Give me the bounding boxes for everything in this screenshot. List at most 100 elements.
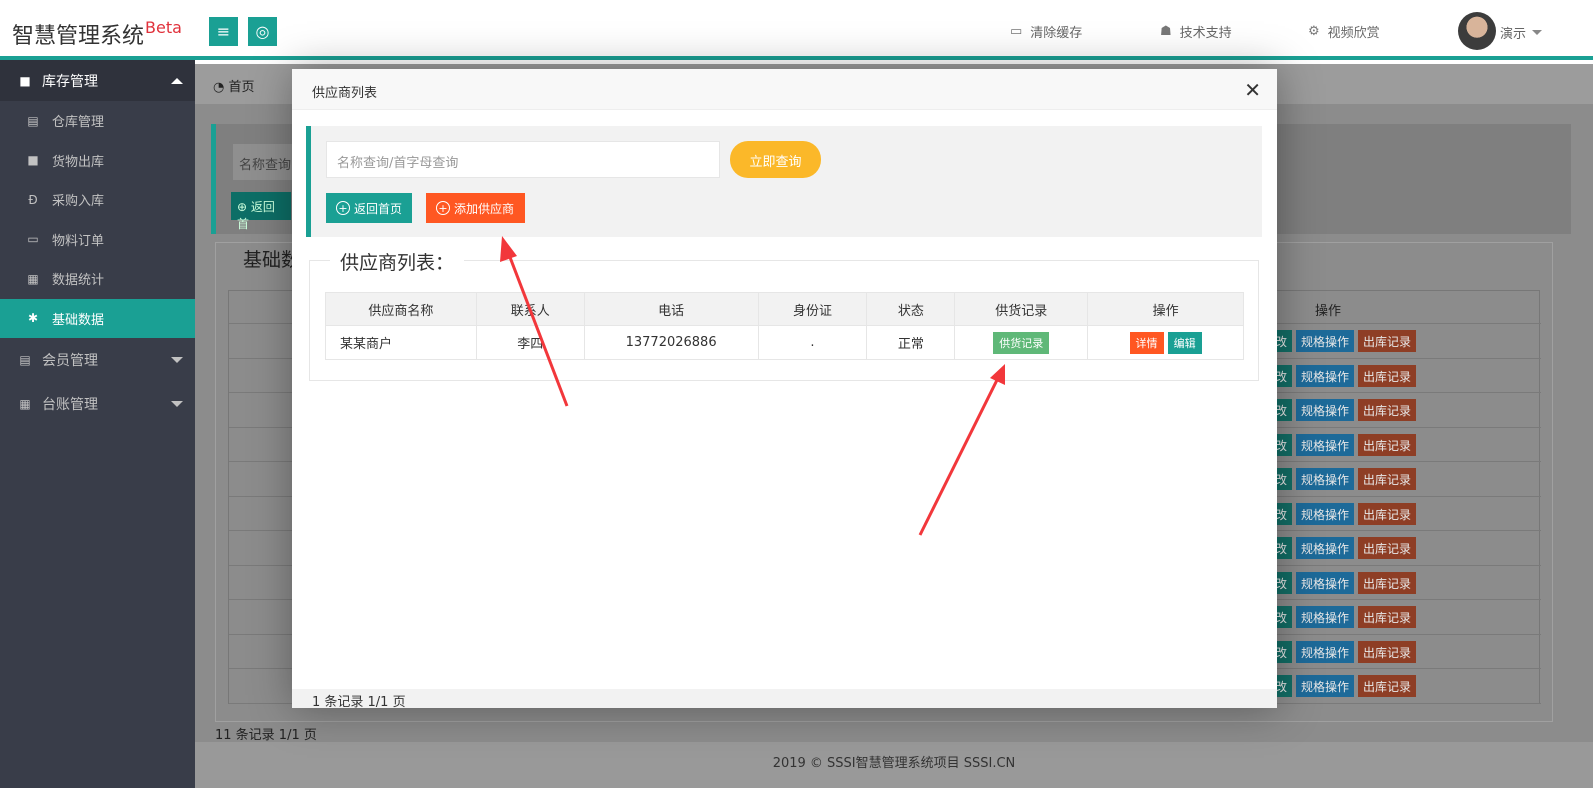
cell-status: 正常: [866, 325, 956, 360]
bg-row-actions: 改规格操作 出库记录: [1270, 502, 1417, 525]
fieldset-legend: 供应商列表：: [330, 248, 465, 275]
video-link[interactable]: ⚙ 视频欣赏: [1308, 22, 1380, 41]
sidebar-item-basic-data[interactable]: ✱ 基础数据: [0, 298, 195, 338]
bg-row-actions: 改规格操作 出库记录: [1270, 399, 1417, 421]
modal-header: 供应商列表 ✕: [292, 69, 1277, 110]
bg-outbound-record-button: 出库记录: [1358, 330, 1417, 352]
grid-icon: ▦: [27, 271, 39, 286]
bg-row-actions: 改规格操作 出库记录: [1270, 330, 1417, 352]
modal-title: 供应商列表: [312, 86, 378, 101]
bg-spec-button: 规格操作: [1296, 364, 1355, 387]
edit-button[interactable]: 编辑: [1167, 331, 1202, 354]
col-supplier-name: 供应商名称: [325, 292, 477, 326]
bg-outbound-record-button: 出库记录: [1358, 640, 1417, 663]
page-footer: 2019 © SSSI智慧管理系统项目 SSSI.CN: [195, 742, 1593, 788]
cell-actions: 详情 编辑: [1087, 325, 1244, 360]
monitor-icon: ▭: [1010, 24, 1023, 39]
gear-icon: ✱: [27, 311, 39, 326]
bg-records-count: 11 条记录 1/1 页: [215, 728, 317, 743]
chevron-down-icon: [171, 357, 183, 369]
avatar[interactable]: [1458, 12, 1496, 50]
sidebar-item-outbound[interactable]: ■ 货物出库: [0, 141, 195, 181]
bg-outbound-record-button: 出库记录: [1358, 675, 1417, 697]
search-button[interactable]: 立即查询: [730, 141, 821, 178]
close-icon[interactable]: ✕: [1244, 78, 1261, 102]
bg-row-actions: 改规格操作 出库记录: [1270, 364, 1417, 387]
add-supplier-button[interactable]: + 添加供应商: [426, 193, 525, 223]
bg-row-actions: 改规格操作 出库记录: [1270, 433, 1417, 456]
clear-cache-link[interactable]: ▭ 清除缓存: [1010, 22, 1082, 41]
doc-icon: ▤: [27, 113, 39, 128]
tab-home[interactable]: ◔ 首页: [213, 76, 255, 95]
cell-supplier-name: 某某商户: [325, 325, 477, 360]
col-contact: 联系人: [475, 292, 585, 326]
bg-outbound-record-button: 出库记录: [1358, 502, 1417, 525]
cell-phone: 13772026886: [583, 325, 759, 360]
modal-records-count: 1 条记录 1/1 页: [292, 689, 1277, 710]
sidebar-item-purchase[interactable]: Đ 采购入库: [0, 180, 195, 220]
globe-icon: ◎: [255, 22, 270, 41]
plus-circle-icon: +: [336, 201, 350, 215]
bg-spec-button: 规格操作: [1296, 640, 1355, 663]
bg-spec-button: 规格操作: [1296, 502, 1355, 525]
bg-outbound-record-button: 出库记录: [1358, 537, 1417, 559]
sidebar-group-members[interactable]: ▤ 会员管理: [0, 338, 195, 382]
chat-icon: ▭: [27, 232, 39, 247]
bg-outbound-record-button: 出库记录: [1358, 606, 1417, 628]
folder-icon: ■: [19, 73, 31, 88]
detail-button[interactable]: 详情: [1129, 331, 1164, 354]
bg-spec-button: 规格操作: [1296, 468, 1355, 490]
col-supply-record: 供货记录: [954, 292, 1089, 326]
bg-spec-button: 规格操作: [1296, 399, 1355, 421]
cell-id-card: .: [757, 325, 868, 360]
search-input[interactable]: 名称查询/首字母查询: [326, 141, 720, 178]
folder-icon: ■: [27, 153, 39, 168]
sidebar-item-orders[interactable]: ▭ 物料订单: [0, 220, 195, 260]
bg-outbound-record-button: 出库记录: [1358, 433, 1417, 456]
chevron-up-icon: [171, 72, 183, 84]
bg-row-actions: 改规格操作 出库记录: [1270, 468, 1417, 490]
bg-row-actions: 改规格操作 出库记录: [1270, 606, 1417, 628]
menu-toggle-button[interactable]: ≡: [209, 17, 238, 46]
col-id-card: 身份证: [757, 292, 868, 326]
sidebar-group-ledger[interactable]: ▦ 台账管理: [0, 382, 195, 426]
table-row: 某某商户 李四 13772026886 . 正常 供货记录 详情 编辑: [325, 325, 1244, 360]
bg-row-actions: 改规格操作 出库记录: [1270, 571, 1417, 594]
bg-row-actions: 改规格操作 出库记录: [1270, 537, 1417, 559]
sidebar-item-stats[interactable]: ▦ 数据统计: [0, 259, 195, 299]
card-icon: ▤: [19, 353, 31, 367]
bg-spec-button: 规格操作: [1296, 571, 1355, 594]
user-menu[interactable]: 演示: [1500, 23, 1542, 42]
beta-badge: Beta: [145, 18, 182, 37]
plus-circle-icon: +: [436, 201, 450, 215]
hamburger-icon: ≡: [216, 22, 231, 41]
grid-icon: ▦: [19, 397, 31, 411]
currency-icon: Đ: [28, 192, 38, 207]
supply-record-button[interactable]: 供货记录: [993, 331, 1050, 354]
bg-ops-header: 操作: [1315, 304, 1342, 319]
bg-spec-button: 规格操作: [1296, 606, 1355, 628]
sidebar: ■ 库存管理 ▤ 仓库管理 ■ 货物出库 Đ 采购入库 ▭ 物料订单 ▦ 数据统计 ✱ 基础…: [0, 60, 195, 788]
bg-back-button: ⊕ 返回首: [231, 192, 291, 231]
globe-button[interactable]: ◎: [248, 17, 277, 46]
cell-contact: 李四: [475, 325, 585, 360]
bg-outbound-record-button: 出库记录: [1358, 364, 1417, 387]
bg-spec-button: 规格操作: [1296, 537, 1355, 559]
bg-spec-button: 规格操作: [1296, 433, 1355, 456]
gears-icon: ⚙: [1308, 24, 1320, 39]
users-icon: ☗: [1160, 24, 1172, 39]
bg-spec-button: 规格操作: [1296, 675, 1355, 697]
bg-spec-button: 规格操作: [1296, 330, 1355, 352]
col-status: 状态: [866, 292, 956, 326]
tech-support-link[interactable]: ☗ 技术支持: [1160, 22, 1232, 41]
bg-row-actions: 改规格操作 出库记录: [1270, 675, 1417, 697]
top-header: 智慧管理系统Beta ≡ ◎ ▭ 清除缓存 ☗ 技术支持 ⚙ 视频欣赏 演示: [0, 0, 1593, 60]
bg-outbound-record-button: 出库记录: [1358, 399, 1417, 421]
back-home-button[interactable]: + 返回首页: [326, 193, 412, 223]
sidebar-item-warehouse[interactable]: ▤ 仓库管理: [0, 101, 195, 141]
app-logo[interactable]: 智慧管理系统Beta: [12, 18, 182, 50]
col-actions: 操作: [1087, 292, 1244, 326]
supplier-table: 供应商名称 联系人 电话 身份证 状态 供货记录 操作 某某商户 李四 1377…: [325, 292, 1244, 360]
cell-supply: 供货记录: [954, 325, 1089, 360]
sidebar-section-inventory[interactable]: ■ 库存管理: [0, 60, 195, 101]
